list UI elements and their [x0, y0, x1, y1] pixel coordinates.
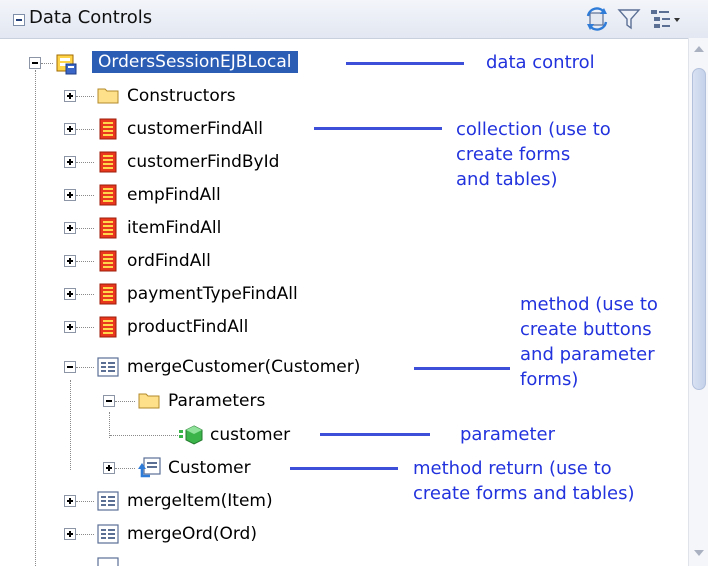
scroll-up-arrow-icon[interactable]	[694, 46, 704, 52]
annotation-connector	[320, 433, 430, 436]
tree-item-label: paymentTypeFindAll	[127, 284, 298, 304]
annotation-connector	[346, 62, 464, 65]
data-controls-panel: Data Controls OrdersSessionEJBLocal Cons…	[0, 0, 708, 566]
view-options-icon[interactable]	[648, 6, 682, 32]
tree-row-collection[interactable]: empFindAll	[0, 180, 420, 210]
tree-row-collection[interactable]: itemFindAll	[0, 213, 420, 243]
tree-row-collection[interactable]: paymentTypeFindAll	[0, 279, 420, 309]
panel-title: Data Controls	[29, 7, 153, 28]
annotation-connector	[314, 127, 442, 130]
panel-header: Data Controls	[0, 0, 708, 39]
tree-item-label: empFindAll	[127, 185, 221, 205]
expand-toggle[interactable]	[103, 462, 115, 474]
annotation-connector	[290, 467, 398, 470]
folder-icon	[97, 88, 119, 104]
tree-row-method[interactable]: mergeOrd(Ord)	[0, 519, 420, 549]
collapse-panel-button[interactable]	[13, 14, 25, 26]
collapse-toggle[interactable]	[29, 57, 41, 69]
scroll-down-arrow-icon[interactable]	[694, 550, 704, 556]
method-icon	[97, 357, 119, 377]
expand-toggle[interactable]	[64, 123, 76, 135]
collapse-toggle[interactable]	[64, 361, 76, 373]
method-icon	[97, 491, 119, 511]
collection-icon	[99, 184, 117, 206]
tree-item-label: Customer	[168, 458, 251, 478]
tree-row-collection[interactable]: productFindAll	[0, 312, 420, 342]
tree-row-parameters[interactable]: Parameters	[0, 386, 420, 416]
expand-toggle[interactable]	[64, 156, 76, 168]
expand-toggle[interactable]	[64, 90, 76, 102]
collection-icon	[99, 316, 117, 338]
tree-row-collection[interactable]: ordFindAll	[0, 246, 420, 276]
method-icon	[97, 557, 119, 566]
tree-item-label: customer	[210, 425, 291, 445]
expand-toggle[interactable]	[64, 189, 76, 201]
vertical-scrollbar[interactable]	[688, 38, 708, 566]
annotation-parameter: parameter	[460, 424, 556, 445]
refresh-icon[interactable]	[584, 6, 610, 32]
parameter-icon	[179, 425, 203, 445]
tree-item-label: itemFindAll	[127, 218, 222, 238]
tree-row-partial	[0, 552, 420, 566]
tree-item-label: OrdersSessionEJBLocal	[92, 51, 298, 73]
tree-item-label: mergeCustomer(Customer)	[127, 357, 361, 377]
tree-row-collection[interactable]: customerFindById	[0, 147, 420, 177]
expand-toggle[interactable]	[64, 288, 76, 300]
expand-toggle[interactable]	[64, 255, 76, 267]
collection-icon	[99, 217, 117, 239]
annotation-connector	[414, 367, 510, 370]
folder-icon	[138, 393, 160, 409]
tree-item-label: Constructors	[127, 86, 236, 106]
expand-toggle[interactable]	[64, 528, 76, 540]
collection-icon	[99, 283, 117, 305]
tree-item-label: ordFindAll	[127, 251, 211, 271]
tree-item-label: Parameters	[168, 391, 266, 411]
tree-item-label: mergeOrd(Ord)	[127, 524, 257, 544]
tree-item-label: customerFindAll	[127, 119, 263, 139]
tree-row-method[interactable]: mergeCustomer(Customer)	[0, 352, 420, 382]
collection-icon	[99, 250, 117, 272]
tree-item-label: productFindAll	[127, 317, 249, 337]
annotation-method-return: method return (use to create forms and t…	[413, 458, 635, 504]
method-icon	[97, 524, 119, 544]
data-control-icon	[56, 54, 77, 75]
collection-icon	[99, 118, 117, 140]
filter-icon[interactable]	[617, 6, 641, 32]
annotation-collection: collection (use to create forms and tabl…	[456, 119, 611, 190]
collapse-toggle[interactable]	[103, 395, 115, 407]
tree-row-method[interactable]: mergeItem(Item)	[0, 486, 420, 516]
expand-toggle[interactable]	[64, 222, 76, 234]
expand-toggle[interactable]	[64, 321, 76, 333]
collection-icon	[99, 151, 117, 173]
expand-toggle[interactable]	[64, 495, 76, 507]
tree-item-label: mergeItem(Item)	[127, 491, 273, 511]
tree-row-constructors[interactable]: Constructors	[0, 81, 420, 111]
tree-item-label: customerFindById	[127, 152, 280, 172]
scrollbar-thumb[interactable]	[692, 68, 706, 390]
annotation-method: method (use to create buttons and parame…	[520, 294, 658, 390]
method-return-icon	[138, 457, 161, 478]
annotation-data-control: data control	[486, 52, 595, 73]
